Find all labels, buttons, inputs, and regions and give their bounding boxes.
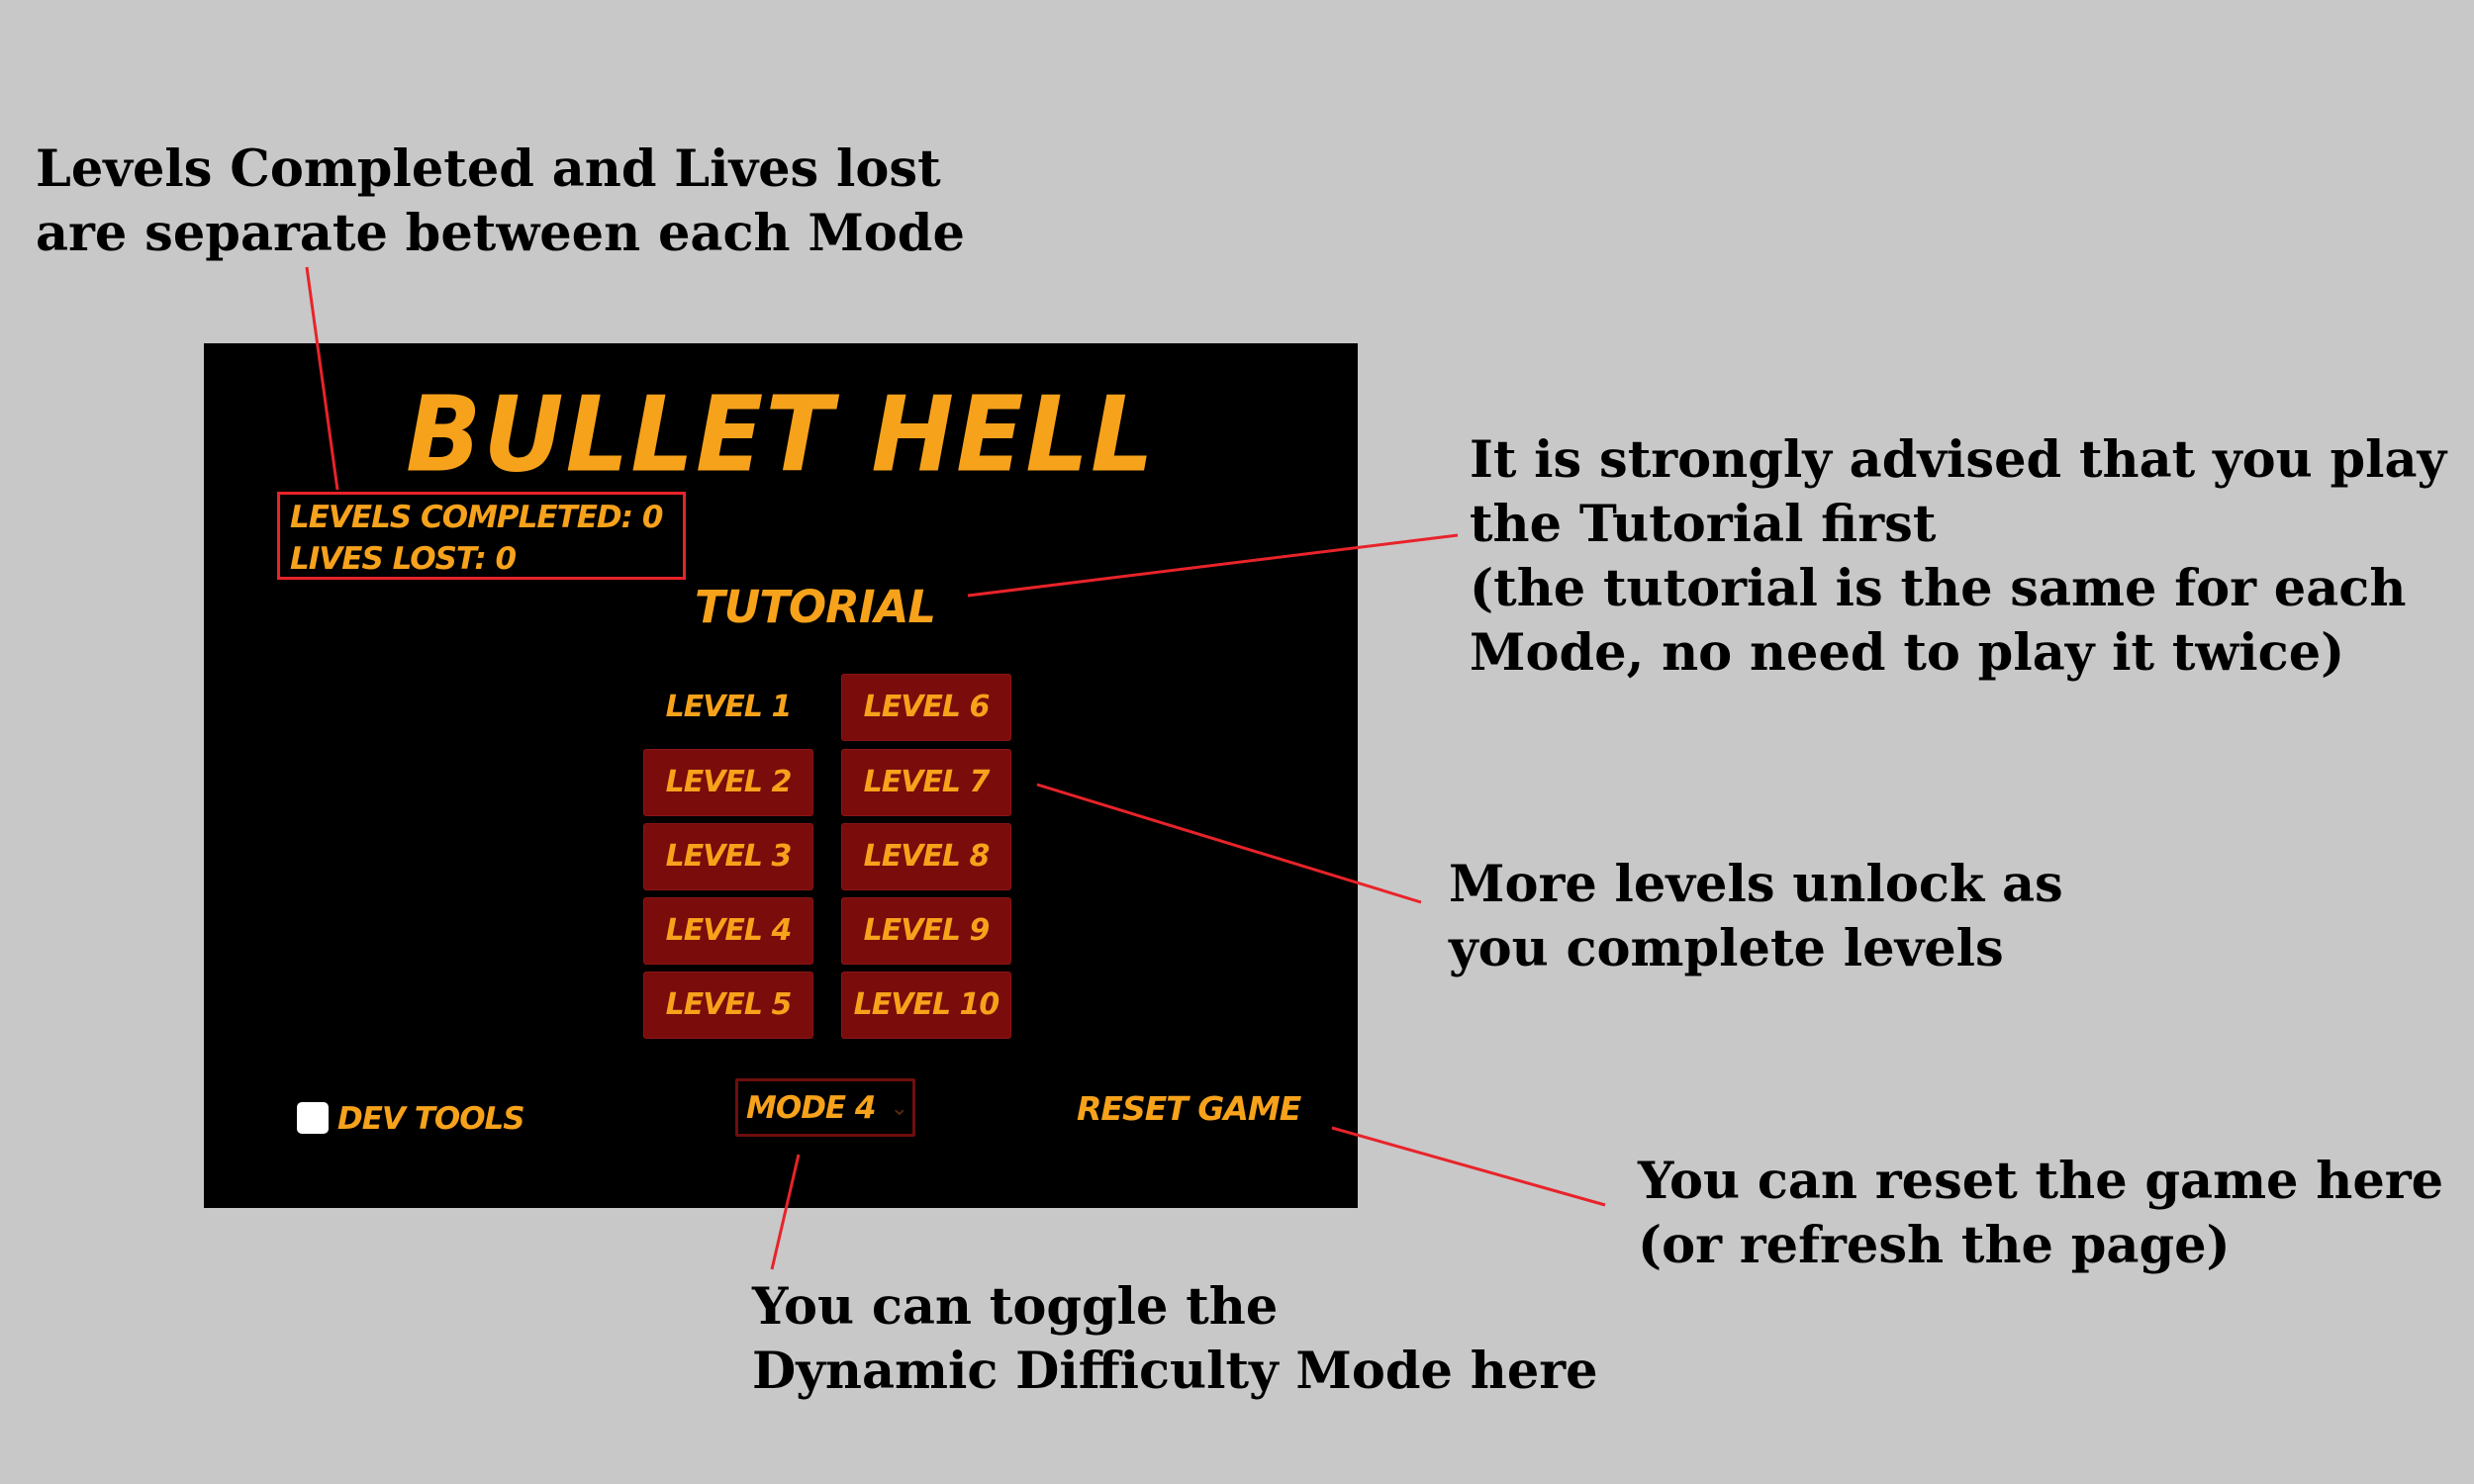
tutorial-button[interactable]: TUTORIAL [695, 579, 936, 636]
game-title: BULLET HELL [406, 374, 1156, 496]
level-6-button[interactable]: LEVEL 6 [841, 674, 1011, 741]
level-3-button[interactable]: LEVEL 3 [643, 823, 813, 890]
levels-unlock-note: More levels unlock as you complete level… [1449, 855, 2063, 978]
level-7-button[interactable]: LEVEL 7 [841, 749, 1011, 816]
reset-note: You can reset the game here (or refresh … [1638, 1152, 2444, 1275]
dev-tools-label[interactable]: DEV TOOLS [337, 1099, 525, 1139]
level-4-button[interactable]: LEVEL 4 [643, 897, 813, 965]
game-menu-screen: BULLET HELL LEVELS COMPLETED: 0 LIVES LO… [204, 343, 1358, 1208]
level-5-button[interactable]: LEVEL 5 [643, 972, 813, 1039]
dev-tools-checkbox[interactable] [297, 1102, 329, 1134]
mode-select-value: MODE 4 [746, 1090, 876, 1126]
levels-completed-text: LEVELS COMPLETED: 0 [290, 500, 663, 535]
tutorial-advice-note: It is strongly advised that you play the… [1470, 430, 2447, 683]
level-9-button[interactable]: LEVEL 9 [841, 897, 1011, 965]
reset-game-button[interactable]: RESET GAME [1077, 1087, 1301, 1131]
mode-select[interactable]: MODE 4 ⌄ [735, 1078, 915, 1137]
level-10-button[interactable]: LEVEL 10 [841, 972, 1011, 1039]
stats-callout-box: LEVELS COMPLETED: 0 LIVES LOST: 0 [277, 492, 686, 580]
lives-lost-text: LIVES LOST: 0 [290, 541, 517, 577]
level-8-button[interactable]: LEVEL 8 [841, 823, 1011, 890]
level-2-button[interactable]: LEVEL 2 [643, 749, 813, 816]
levels-mode-note: Levels Completed and Lives lost are sepa… [36, 139, 965, 263]
level-1-button[interactable]: LEVEL 1 [643, 674, 813, 741]
reset-callout-line [1331, 1126, 1606, 1207]
mode-toggle-note: You can toggle the Dynamic Difficulty Mo… [752, 1277, 1598, 1401]
chevron-down-icon: ⌄ [890, 1096, 908, 1121]
